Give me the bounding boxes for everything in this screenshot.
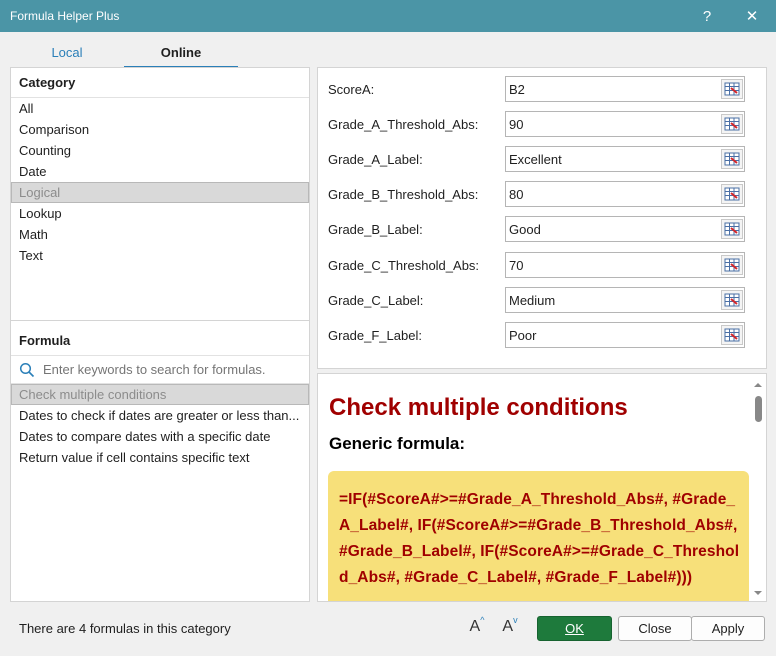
- range-select-icon: [724, 293, 740, 307]
- param-input-grade-b-label[interactable]: [505, 216, 745, 242]
- doc-subtitle: Generic formula:: [329, 434, 466, 453]
- param-label: Grade_F_Label:: [328, 328, 422, 343]
- increase-font-button[interactable]: A^: [465, 615, 489, 640]
- param-row: Grade_A_Threshold_Abs:: [328, 111, 758, 137]
- param-label: Grade_B_Label:: [328, 222, 423, 237]
- range-select-button[interactable]: [721, 114, 743, 134]
- param-row: Grade_C_Label:: [328, 287, 758, 313]
- arrow-down-icon: v: [513, 615, 518, 625]
- param-input-grade-f-label[interactable]: [505, 322, 745, 348]
- scroll-up-icon[interactable]: [754, 381, 762, 389]
- param-input-grade-a-label[interactable]: [505, 146, 745, 172]
- decrease-font-button[interactable]: Av: [498, 615, 522, 640]
- category-item-date[interactable]: Date: [11, 161, 309, 182]
- param-label: Grade_C_Label:: [328, 293, 424, 308]
- category-item-math[interactable]: Math: [11, 224, 309, 245]
- ok-button[interactable]: OK: [537, 616, 612, 641]
- range-select-button[interactable]: [721, 149, 743, 169]
- formula-item[interactable]: Dates to check if dates are greater or l…: [11, 405, 309, 426]
- parameters-panel: ScoreA: Grade_A_Threshold_Abs: Grade_A_L…: [317, 67, 767, 369]
- source-tabs: Local Online: [10, 40, 242, 68]
- param-label: Grade_B_Threshold_Abs:: [328, 187, 479, 202]
- help-button[interactable]: ?: [689, 0, 725, 32]
- formula-heading: Formula: [11, 326, 309, 356]
- close-button[interactable]: Close: [618, 616, 692, 641]
- param-input-scorea[interactable]: [505, 76, 745, 102]
- range-select-icon: [724, 152, 740, 166]
- param-label: ScoreA:: [328, 82, 375, 97]
- decrease-font-icon: A: [502, 618, 514, 635]
- range-select-icon: [724, 187, 740, 201]
- category-item-text[interactable]: Text: [11, 245, 309, 266]
- left-panel: Category All Comparison Counting Date Lo…: [10, 67, 310, 602]
- status-text: There are 4 formulas in this category: [19, 621, 231, 636]
- range-select-button[interactable]: [721, 184, 743, 204]
- param-input-grade-a-threshold[interactable]: [505, 111, 745, 137]
- param-label: Grade_A_Threshold_Abs:: [328, 117, 479, 132]
- formula-item[interactable]: Return value if cell contains specific t…: [11, 447, 309, 468]
- doc-scrollbar[interactable]: [750, 374, 766, 601]
- formula-search: [11, 356, 309, 384]
- range-select-button[interactable]: [721, 79, 743, 99]
- apply-button[interactable]: Apply: [691, 616, 765, 641]
- param-input-grade-b-threshold[interactable]: [505, 181, 745, 207]
- param-row: Grade_A_Label:: [328, 146, 758, 172]
- range-select-icon: [724, 222, 740, 236]
- doc-title: Check multiple conditions: [329, 394, 628, 421]
- generic-formula-code: =IF(#ScoreA#>=#Grade_A_Threshold_Abs#, #…: [328, 471, 749, 601]
- param-row: Grade_B_Label:: [328, 216, 758, 242]
- range-select-button[interactable]: [721, 290, 743, 310]
- formula-item[interactable]: Dates to compare dates with a specific d…: [11, 426, 309, 447]
- range-select-icon: [724, 258, 740, 272]
- range-select-button[interactable]: [721, 255, 743, 275]
- param-row: ScoreA:: [328, 76, 758, 102]
- param-input-grade-c-label[interactable]: [505, 287, 745, 313]
- range-select-button[interactable]: [721, 325, 743, 345]
- param-label: Grade_A_Label:: [328, 152, 423, 167]
- tab-local[interactable]: Local: [10, 40, 124, 68]
- close-window-button[interactable]: ✕: [734, 0, 770, 32]
- title-bar: Formula Helper Plus ? ✕: [0, 0, 776, 32]
- param-row: Grade_B_Threshold_Abs:: [328, 181, 758, 207]
- arrow-up-icon: ^: [480, 615, 485, 625]
- param-label: Grade_C_Threshold_Abs:: [328, 258, 480, 273]
- range-select-icon: [724, 82, 740, 96]
- increase-font-icon: A: [469, 618, 481, 635]
- formula-section: Formula Check multiple conditions Dates …: [11, 326, 309, 468]
- category-item-logical[interactable]: Logical: [11, 182, 309, 203]
- window-title: Formula Helper Plus: [10, 9, 120, 23]
- search-icon: [19, 362, 35, 377]
- scroll-down-icon[interactable]: [754, 589, 762, 597]
- tab-online[interactable]: Online: [124, 40, 238, 68]
- formula-doc-panel: Check multiple conditions Generic formul…: [317, 373, 767, 602]
- formula-item[interactable]: Check multiple conditions: [11, 384, 309, 405]
- param-row: Grade_C_Threshold_Abs:: [328, 252, 758, 278]
- category-list: All Comparison Counting Date Logical Loo…: [11, 98, 309, 321]
- category-item-comparison[interactable]: Comparison: [11, 119, 309, 140]
- category-item-counting[interactable]: Counting: [11, 140, 309, 161]
- range-select-icon: [724, 328, 740, 342]
- category-item-all[interactable]: All: [11, 98, 309, 119]
- range-select-icon: [724, 117, 740, 131]
- formula-search-input[interactable]: [41, 361, 301, 378]
- scroll-thumb[interactable]: [755, 396, 762, 422]
- param-input-grade-c-threshold[interactable]: [505, 252, 745, 278]
- range-select-button[interactable]: [721, 219, 743, 239]
- category-item-lookup[interactable]: Lookup: [11, 203, 309, 224]
- param-row: Grade_F_Label:: [328, 322, 758, 348]
- category-heading: Category: [11, 68, 309, 98]
